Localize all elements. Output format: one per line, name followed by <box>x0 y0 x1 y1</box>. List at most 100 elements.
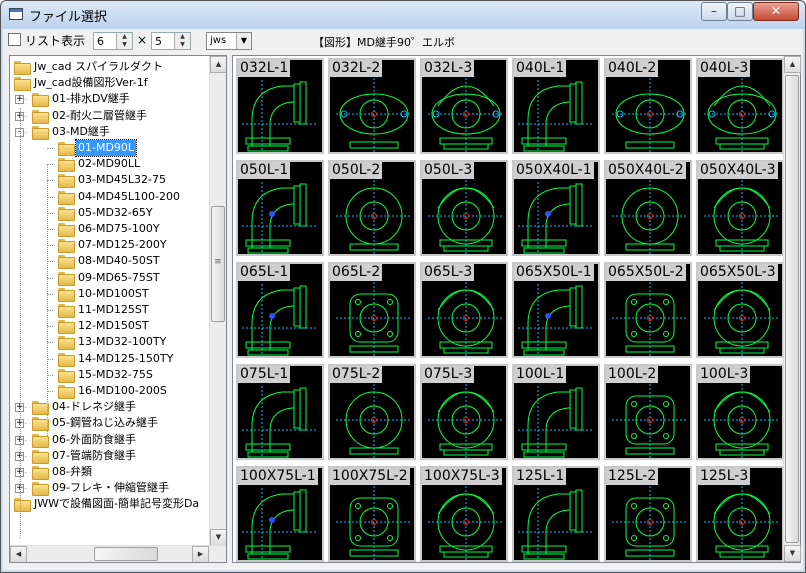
minimize-button[interactable]: – <box>701 2 727 21</box>
tree-item[interactable]: 09-MD65-75ST <box>10 270 210 286</box>
drawing-thumbnail[interactable]: 100X75L-1 <box>236 466 324 562</box>
tree-item[interactable]: 01-MD90L <box>10 139 210 157</box>
tree-item[interactable]: 13-MD32-100TY <box>10 334 210 351</box>
drawing-thumbnail[interactable]: 032L-1 <box>236 58 324 154</box>
grid-scroll-thumb[interactable] <box>785 75 799 543</box>
drawing-thumbnail[interactable]: 100X75L-2 <box>328 466 416 562</box>
drawing-thumbnail[interactable]: 125L-2 <box>604 466 692 562</box>
tree-item[interactable]: 15-MD32-75S <box>10 367 210 383</box>
drawing-thumbnail[interactable]: 050X40L-1 <box>512 160 600 256</box>
tree-item[interactable]: +07-管端防食継手 <box>10 448 210 464</box>
scroll-right-button[interactable]: ▶ <box>192 546 209 562</box>
tree-vertical-scrollbar[interactable]: ▲ ≡ ▼ <box>209 56 226 546</box>
drawing-thumbnail[interactable]: 050X40L-2 <box>604 160 692 256</box>
tree-item[interactable]: 02-MD90LL <box>10 156 210 173</box>
drawing-thumbnail[interactable]: 100L-3 <box>696 364 784 460</box>
close-button[interactable]: ✕ <box>753 2 799 21</box>
drawing-thumbnail[interactable]: 065L-1 <box>236 262 324 358</box>
scroll-up-button[interactable]: ▲ <box>784 56 801 73</box>
drawing-thumbnail[interactable]: 075L-3 <box>420 364 508 460</box>
tree-connector <box>47 148 53 149</box>
tree-scroll-thumb[interactable]: ≡ <box>211 206 225 322</box>
columns-spinner[interactable]: 6 ▲ ▼ <box>93 32 133 50</box>
drawing-line <box>245 239 291 247</box>
tree-item[interactable]: 04-MD45L100-200 <box>10 189 210 205</box>
folder-tree[interactable]: Jw_cad スパイラルダクト Jw_cad設備図形Ver-1f +01-排水DV継… <box>9 55 227 563</box>
drawing-thumbnail[interactable]: 050X40L-3 <box>696 160 784 256</box>
tree-horizontal-scrollbar[interactable]: ◀ ▶ <box>10 545 226 562</box>
drawing-line <box>299 183 307 227</box>
tree-item-label: 03-MD45L32-75 <box>78 173 167 187</box>
tree-item[interactable]: +09-フレキ・伸縮管継手 <box>10 480 210 497</box>
drawing-thumbnail[interactable]: 065L-2 <box>328 262 416 358</box>
chevron-down-icon[interactable]: ▼ <box>236 33 251 49</box>
maximize-button[interactable]: □ <box>727 2 753 21</box>
spin-down-icon[interactable]: ▼ <box>175 41 190 49</box>
tree-item[interactable]: JWWで設備図面-簡単記号変形Da <box>10 496 210 513</box>
title-bar[interactable]: ファイル選択 – □ ✕ <box>1 1 805 29</box>
drawing-thumbnail[interactable]: 125L-1 <box>512 466 600 562</box>
list-view-checkbox[interactable] <box>8 33 21 46</box>
drawing-thumbnail[interactable]: 050L-2 <box>328 160 416 256</box>
drawing-line <box>247 145 289 152</box>
drawing-thumbnail[interactable]: 100L-2 <box>604 364 692 460</box>
expand-icon[interactable]: + <box>15 95 24 105</box>
tree-item[interactable]: +08-弁類 <box>10 464 210 480</box>
tree-item[interactable]: 05-MD32-65Y <box>10 205 210 221</box>
scroll-up-button[interactable]: ▲ <box>210 56 226 73</box>
drawing-thumbnail[interactable]: 075L-2 <box>328 364 416 460</box>
tree-item[interactable]: +02-耐火二層管継手 <box>10 108 210 124</box>
drawing-thumbnail[interactable]: 125L-3 <box>696 466 784 562</box>
tree-item[interactable]: 12-MD150ST <box>10 318 210 335</box>
tree-item[interactable]: 08-MD40-50ST <box>10 253 210 270</box>
thumbnail-label: 100L-1 <box>514 366 567 383</box>
drawing-thumbnail[interactable]: 032L-3 <box>420 58 508 154</box>
tree-item[interactable]: 07-MD125-200Y <box>10 237 210 254</box>
drawing-thumbnail[interactable]: 065X50L-2 <box>604 262 692 358</box>
tree-item[interactable]: Jw_cad設備図形Ver-1f <box>10 75 210 92</box>
tree-connector <box>20 108 21 538</box>
rows-spinner[interactable]: 5 ▲ ▼ <box>151 32 191 50</box>
list-view-label[interactable]: リスト表示 <box>25 32 85 49</box>
spin-up-icon[interactable]: ▲ <box>175 33 190 41</box>
drawing-line <box>523 451 565 458</box>
drawing-thumbnail[interactable]: 040L-1 <box>512 58 600 154</box>
drawing-thumbnail[interactable]: 065L-3 <box>420 262 508 358</box>
tree-item[interactable]: 06-MD75-100Y <box>10 221 210 237</box>
tree-item[interactable]: 11-MD125ST <box>10 302 210 318</box>
drawing-thumbnail[interactable]: 075L-1 <box>236 364 324 460</box>
drawing-thumbnail[interactable]: 040L-3 <box>696 58 784 154</box>
drawing-thumbnail[interactable]: 050L-3 <box>420 160 508 256</box>
tree-item[interactable]: +04-ドレネジ継手 <box>10 399 210 416</box>
spin-down-icon[interactable]: ▼ <box>117 41 132 49</box>
tree-item[interactable]: +01-排水DV継手 <box>10 91 210 108</box>
folder-icon <box>32 125 49 140</box>
folder-icon <box>58 174 75 189</box>
drawing-thumbnail[interactable]: 100X75L-3 <box>420 466 508 562</box>
tree-hscroll-thumb[interactable] <box>94 547 158 561</box>
drawing-thumbnail[interactable]: 065X50L-1 <box>512 262 600 358</box>
drawing-line <box>247 247 289 254</box>
rows-value[interactable]: 5 <box>155 35 162 48</box>
drawing-thumbnail[interactable]: 100L-1 <box>512 364 600 460</box>
drawing-thumbnail[interactable]: 050L-1 <box>236 160 324 256</box>
tree-item[interactable]: 14-MD125-150TY <box>10 351 210 367</box>
drawing-thumbnail[interactable]: 065X50L-3 <box>696 262 784 358</box>
extension-select[interactable]: jws ▼ <box>206 32 252 50</box>
scroll-down-button[interactable]: ▼ <box>210 529 226 546</box>
tree-item[interactable]: -03-MD継手 <box>10 124 210 140</box>
scroll-left-button[interactable]: ◀ <box>10 546 27 562</box>
spin-up-icon[interactable]: ▲ <box>117 33 132 41</box>
tree-item[interactable]: 16-MD100-200S <box>10 383 210 399</box>
drawing-thumbnail[interactable]: 032L-2 <box>328 58 416 154</box>
scroll-down-button[interactable]: ▼ <box>784 545 801 562</box>
tree-item[interactable]: 10-MD100ST <box>10 286 210 302</box>
tree-item[interactable]: 03-MD45L32-75 <box>10 172 210 189</box>
tree-item[interactable]: +05-鋼管ねじ込み継手 <box>10 415 210 432</box>
tree-item[interactable]: +06-外面防食継手 <box>10 432 210 448</box>
grid-vertical-scrollbar[interactable]: ▲ ▼ <box>783 56 801 562</box>
drawing-thumbnail[interactable]: 040L-2 <box>604 58 692 154</box>
columns-value[interactable]: 6 <box>97 35 104 48</box>
thumbnail-label: 050L-1 <box>238 162 291 179</box>
tree-item[interactable]: Jw_cad スパイラルダクト <box>10 59 210 75</box>
